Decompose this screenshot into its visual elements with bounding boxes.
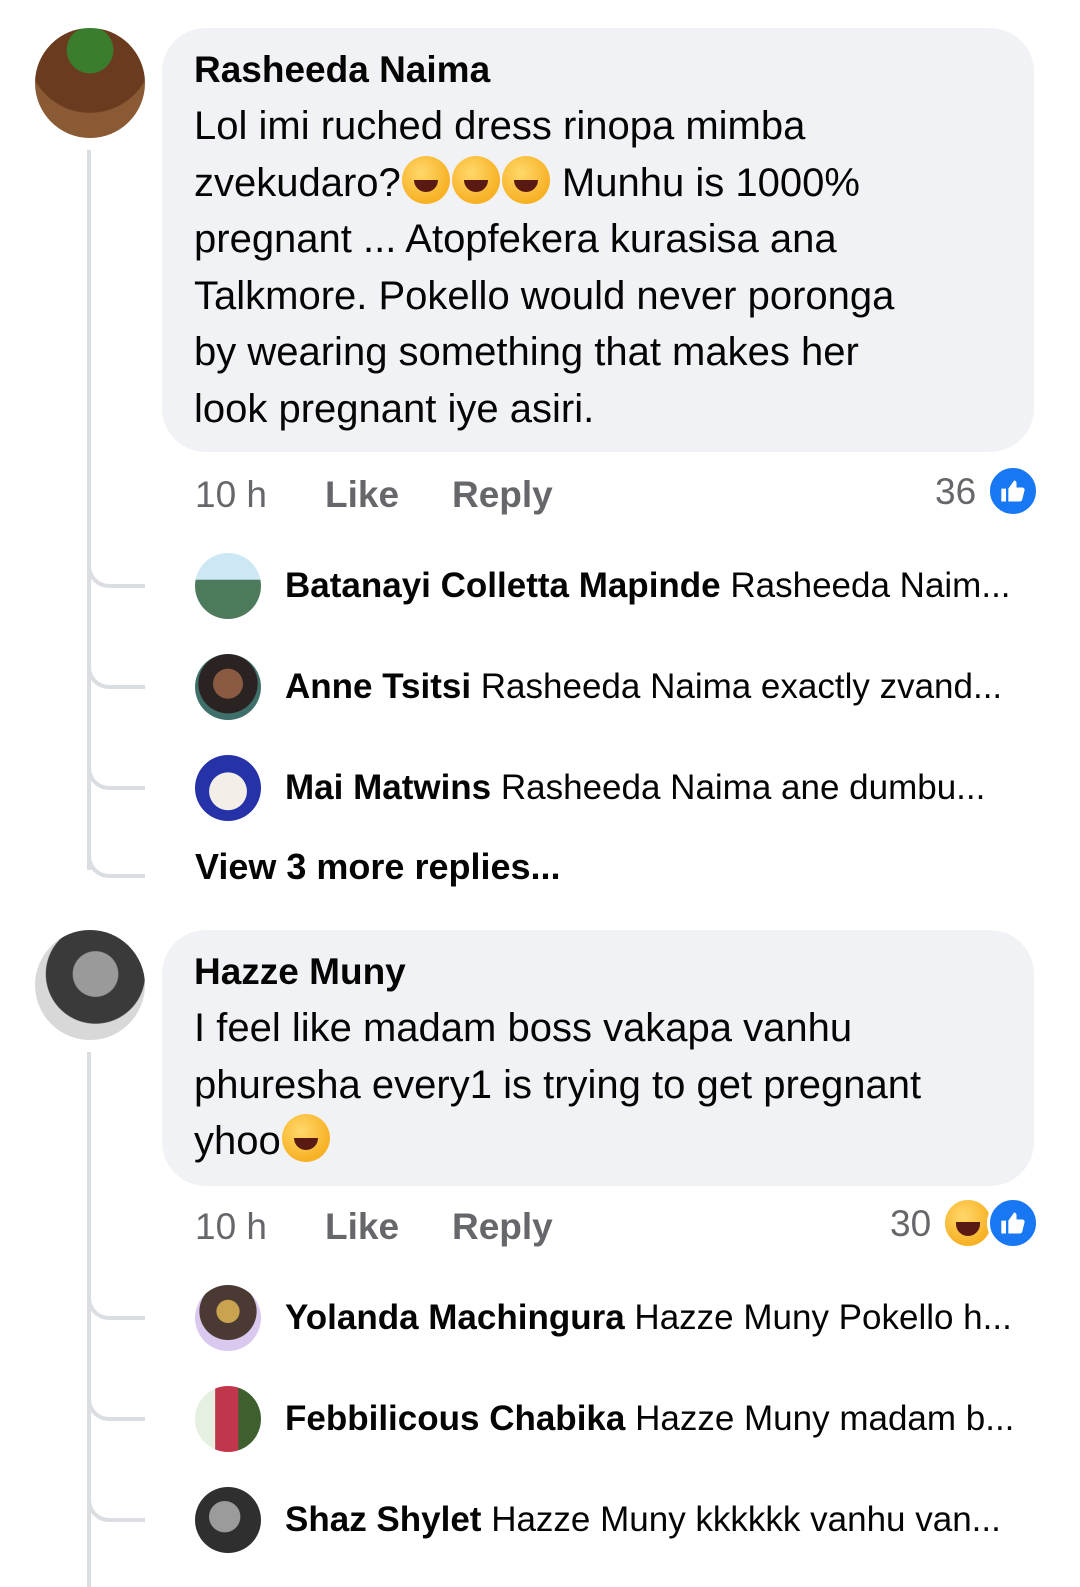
laughing-crying-emoji-icon bbox=[401, 155, 450, 204]
thread-connector bbox=[87, 1272, 145, 1320]
like-icon bbox=[987, 1197, 1039, 1249]
thread-connector bbox=[87, 1474, 145, 1522]
reply-author[interactable]: Shaz Shylet bbox=[285, 1500, 481, 1539]
avatar-rasheeda-naima[interactable] bbox=[35, 28, 145, 138]
comment-timestamp[interactable]: 10 h bbox=[195, 474, 267, 516]
reaction-count[interactable]: 30 bbox=[890, 1203, 931, 1245]
reply-item[interactable]: Shaz Shylet Hazze Muny kkkkkk vanhu van.… bbox=[285, 1500, 1001, 1540]
reply-avatar[interactable] bbox=[195, 1487, 261, 1553]
comment-author[interactable]: Hazze Muny bbox=[194, 950, 1002, 994]
reply-author[interactable]: Febbilicous Chabika bbox=[285, 1399, 625, 1438]
reply-author[interactable]: Anne Tsitsi bbox=[285, 667, 471, 706]
reply-avatar[interactable] bbox=[195, 1285, 261, 1351]
thread-connector bbox=[87, 1373, 145, 1421]
comment-bubble[interactable]: Hazze Muny I feel like madam boss vakapa… bbox=[162, 930, 1034, 1186]
reply-item[interactable]: Batanayi Colletta Mapinde Rasheeda Naim.… bbox=[285, 566, 1011, 606]
thread-connector bbox=[87, 540, 145, 588]
reply-item[interactable]: Yolanda Machingura Hazze Muny Pokello h.… bbox=[285, 1298, 1012, 1338]
laughing-crying-emoji-icon bbox=[501, 155, 550, 204]
reply-item[interactable]: Anne Tsitsi Rasheeda Naima exactly zvand… bbox=[285, 667, 1002, 707]
like-button[interactable]: Like bbox=[325, 1206, 399, 1248]
comment-text: Lol imi ruched dress rinopa mimba zvekud… bbox=[194, 104, 895, 431]
reply-text: Rasheeda Naima exactly zvand... bbox=[480, 667, 1003, 706]
reply-author[interactable]: Batanayi Colletta Mapinde bbox=[285, 566, 721, 605]
comment-author[interactable]: Rasheeda Naima bbox=[194, 48, 1002, 92]
reply-avatar[interactable] bbox=[195, 755, 261, 821]
reply-author[interactable]: Mai Matwins bbox=[285, 768, 491, 807]
thread-connector bbox=[87, 830, 145, 878]
comment-text: I feel like madam boss vakapa vanhu phur… bbox=[194, 1006, 922, 1163]
like-icon bbox=[987, 465, 1039, 517]
reply-item[interactable]: Febbilicous Chabika Hazze Muny madam b..… bbox=[285, 1399, 1014, 1439]
reply-button[interactable]: Reply bbox=[452, 1206, 553, 1248]
avatar-hazze-muny[interactable] bbox=[35, 930, 145, 1040]
reaction-count[interactable]: 36 bbox=[935, 471, 976, 513]
comment-bubble[interactable]: Rasheeda Naima Lol imi ruched dress rino… bbox=[162, 28, 1034, 452]
reply-item[interactable]: Mai Matwins Rasheeda Naima ane dumbu... bbox=[285, 768, 985, 808]
reply-text: Hazze Muny Pokello h... bbox=[634, 1298, 1012, 1337]
reply-author[interactable]: Yolanda Machingura bbox=[285, 1298, 625, 1337]
thread-connector bbox=[87, 641, 145, 689]
reply-button[interactable]: Reply bbox=[452, 474, 553, 516]
reply-text: Rasheeda Naima ane dumbu... bbox=[500, 768, 986, 807]
reply-text: Hazze Muny madam b... bbox=[635, 1399, 1015, 1438]
thread-connector bbox=[87, 742, 145, 790]
view-more-replies-link[interactable]: View 3 more replies... bbox=[195, 846, 561, 888]
comment-timestamp[interactable]: 10 h bbox=[195, 1206, 267, 1248]
laughing-crying-emoji-icon bbox=[281, 1114, 330, 1162]
like-button[interactable]: Like bbox=[325, 474, 399, 516]
reply-text: Hazze Muny kkkkkk vanhu van... bbox=[491, 1500, 1001, 1539]
reply-avatar[interactable] bbox=[195, 654, 261, 720]
laughing-crying-emoji-icon bbox=[451, 155, 500, 204]
reply-text: Rasheeda Naim... bbox=[730, 566, 1011, 605]
reply-avatar[interactable] bbox=[195, 1386, 261, 1452]
reply-avatar[interactable] bbox=[195, 553, 261, 619]
